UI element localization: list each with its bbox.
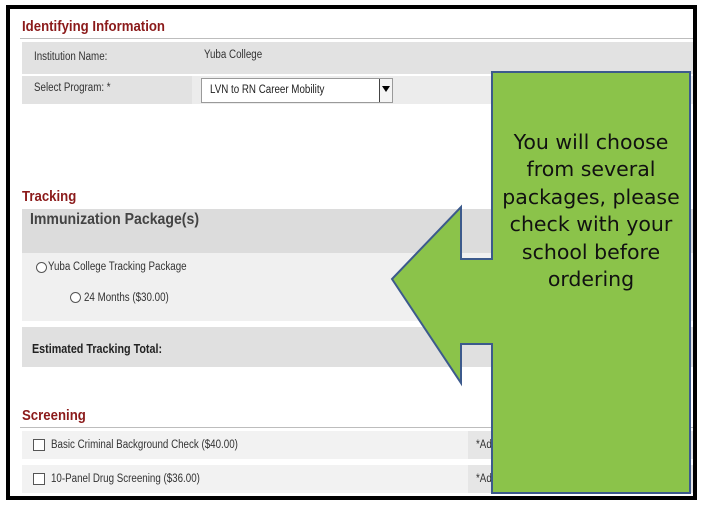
tracking-total-label: Estimated Tracking Total: <box>32 342 163 356</box>
criminal-check-checkbox[interactable] <box>33 439 45 451</box>
section-underline <box>20 427 693 428</box>
identifying-section-title: Identifying Information <box>22 18 165 35</box>
screening-item-note: *Add <box>476 473 498 485</box>
section-underline <box>20 38 693 39</box>
callout-text: You will choose from several packages, p… <box>502 130 680 292</box>
institution-row <box>22 42 693 74</box>
institution-label: Institution Name: <box>34 51 108 63</box>
screening-item-label: Basic Criminal Background Check ($40.00) <box>51 439 238 451</box>
package-header: Immunization Package(s) <box>30 211 200 228</box>
tracking-section-title: Tracking <box>22 188 77 205</box>
dropdown-button[interactable] <box>379 79 392 102</box>
drug-screening-checkbox[interactable] <box>33 473 45 485</box>
package-option-label: Yuba College Tracking Package <box>48 261 187 273</box>
screening-item-label: 10-Panel Drug Screening ($36.00) <box>51 473 200 485</box>
screening-item-note: *Add <box>476 439 498 451</box>
months-radio[interactable] <box>70 292 81 303</box>
program-label: Select Program: * <box>34 82 111 94</box>
institution-value: Yuba College <box>204 49 263 61</box>
program-select-value: LVN to RN Career Mobility <box>210 84 325 96</box>
package-radio[interactable] <box>36 262 47 273</box>
chevron-down-icon <box>382 86 390 92</box>
screening-section-title: Screening <box>22 407 86 424</box>
program-select[interactable]: LVN to RN Career Mobility <box>201 78 393 103</box>
months-option-label: 24 Months ($30.00) <box>84 292 169 304</box>
